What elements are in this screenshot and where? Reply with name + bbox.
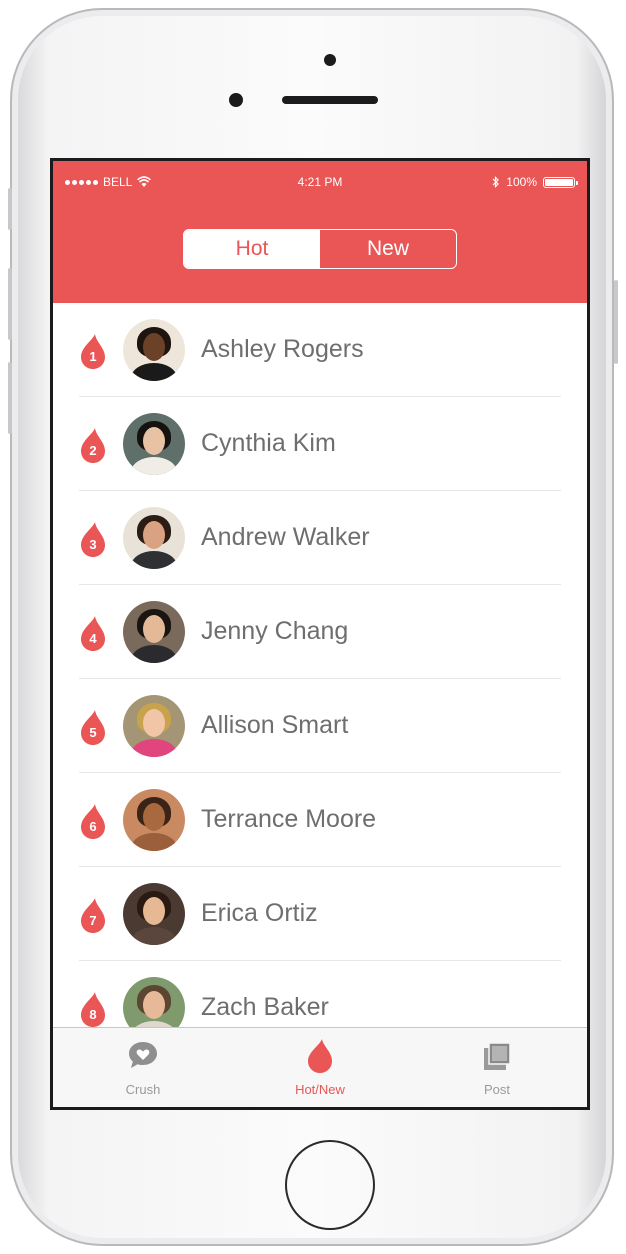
list-item[interactable]: 5 Allison Smart — [53, 679, 587, 773]
status-bar: BELL 4:21 PM 100% — [53, 175, 587, 195]
list-item[interactable]: 6 Terrance Moore — [53, 773, 587, 867]
bluetooth-icon — [492, 176, 500, 188]
avatar — [123, 883, 185, 945]
front-camera — [324, 54, 336, 66]
avatar — [123, 695, 185, 757]
tab-label: Hot/New — [295, 1082, 345, 1097]
person-name: Jenny Chang — [201, 617, 349, 645]
list-item[interactable]: 3 Andrew Walker — [53, 491, 587, 585]
rank-badge: 4 — [79, 615, 111, 653]
list-item[interactable]: 7 Erica Ortiz — [53, 867, 587, 961]
person-name: Erica Ortiz — [201, 899, 318, 927]
volume-up-button — [8, 268, 12, 340]
tab-post[interactable]: Post — [437, 1028, 557, 1107]
rank-number: 7 — [89, 913, 97, 928]
rank-badge: 2 — [79, 427, 111, 465]
avatar — [123, 977, 185, 1027]
ranked-people-list: 1 Ashley Rogers 2 Cynthia Kim 3 Andrew W… — [53, 303, 587, 1027]
person-name: Cynthia Kim — [201, 429, 336, 457]
segment-hot[interactable]: Hot — [184, 230, 320, 268]
rank-number: 3 — [89, 537, 97, 552]
photos-icon — [484, 1042, 511, 1070]
avatar — [123, 507, 185, 569]
person-name: Andrew Walker — [201, 523, 370, 551]
proximity-sensor — [229, 93, 243, 107]
battery-icon — [543, 176, 578, 188]
tab-label: Post — [483, 1082, 510, 1097]
avatar — [123, 319, 185, 381]
heart-bubble-icon — [129, 1042, 157, 1068]
earpiece-speaker — [282, 96, 378, 104]
flame-icon — [308, 1039, 332, 1073]
rank-badge: 5 — [79, 709, 111, 747]
avatar — [123, 601, 185, 663]
tab-label: Crush — [125, 1082, 161, 1097]
rank-badge: 3 — [79, 521, 111, 559]
rank-badge: 7 — [79, 897, 111, 935]
list-item[interactable]: 4 Jenny Chang — [53, 585, 587, 679]
app-screen: BELL 4:21 PM 100% Hot New 1 Ashley Roger… — [50, 158, 590, 1110]
rank-number: 8 — [89, 1007, 97, 1022]
person-name: Ashley Rogers — [201, 335, 364, 363]
power-button — [614, 280, 618, 364]
avatar — [123, 413, 185, 475]
rank-number: 4 — [89, 631, 97, 646]
list-item[interactable]: 2 Cynthia Kim — [53, 397, 587, 491]
mute-switch — [8, 188, 12, 230]
hot-new-segmented-control: Hot New — [183, 229, 457, 269]
rank-badge: 6 — [79, 803, 111, 841]
avatar — [123, 789, 185, 851]
rank-number: 5 — [89, 725, 97, 740]
person-name: Terrance Moore — [201, 805, 377, 833]
rank-number: 6 — [89, 819, 97, 834]
rank-badge: 1 — [79, 333, 111, 371]
list-item[interactable]: 8 Zach Baker — [53, 961, 587, 1027]
rank-number: 2 — [89, 443, 97, 458]
rank-badge: 8 — [79, 991, 111, 1027]
segment-new[interactable]: New — [320, 230, 456, 268]
tab-hot-new[interactable]: Hot/New — [260, 1028, 380, 1107]
tab-crush[interactable]: Crush — [83, 1028, 203, 1107]
person-name: Zach Baker — [201, 993, 329, 1021]
app-header: BELL 4:21 PM 100% Hot New — [53, 161, 587, 303]
home-button[interactable] — [285, 1140, 375, 1230]
volume-down-button — [8, 362, 12, 434]
person-name: Allison Smart — [201, 711, 349, 739]
rank-number: 1 — [89, 349, 97, 364]
list-item[interactable]: 1 Ashley Rogers — [53, 303, 587, 397]
battery-percent: 100% — [506, 175, 537, 189]
tab-bar: Crush Hot/New Post — [53, 1027, 587, 1107]
